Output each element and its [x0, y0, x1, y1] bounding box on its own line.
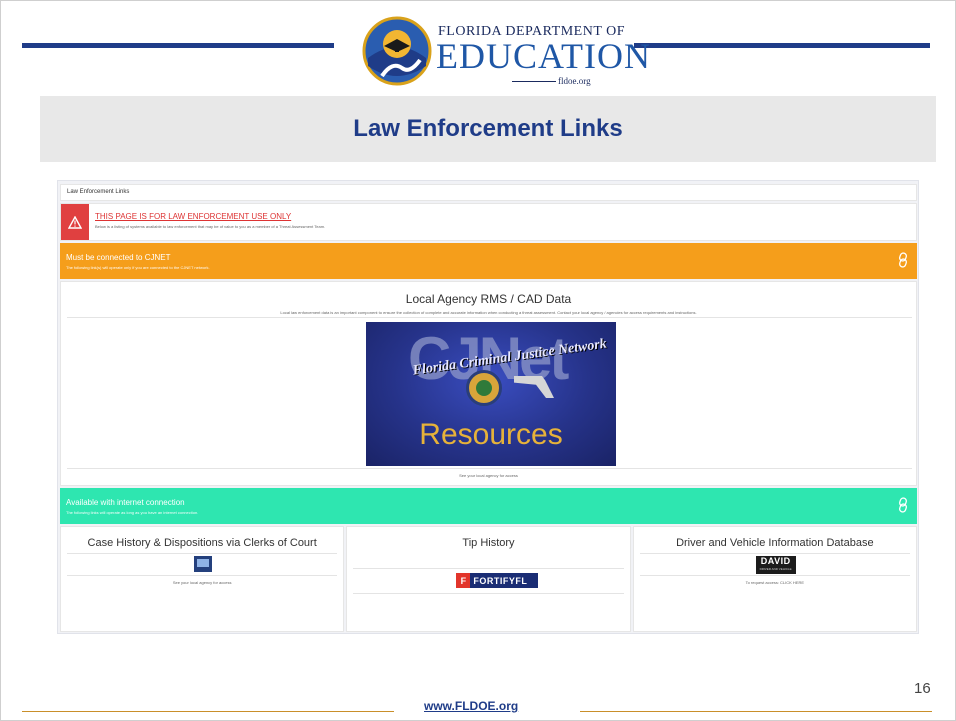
- internet-section-subtitle: The following links will operate as long…: [66, 510, 199, 515]
- link-icon[interactable]: [897, 252, 909, 268]
- alert-subtitle: Below is a listing of systems available …: [95, 224, 326, 229]
- cjnet-section-header: Must be connected to CJNET The following…: [60, 243, 917, 279]
- divider: [67, 553, 338, 554]
- breadcrumb[interactable]: Law Enforcement Links: [60, 184, 917, 201]
- fortifyfl-logo-text: FORTIFYFL: [473, 575, 528, 586]
- law-enforcement-alert: THIS PAGE IS FOR LAW ENFORCEMENT USE ONL…: [60, 203, 917, 241]
- rms-card-description: Local law enforcement data is an importa…: [280, 310, 697, 315]
- david-card: Driver and Vehicle Information Database …: [632, 526, 917, 632]
- rms-access-note: See your local agency for access: [459, 473, 518, 478]
- divider: [67, 317, 912, 318]
- divider: [67, 575, 338, 576]
- link-icon[interactable]: [897, 497, 909, 513]
- page-title: Law Enforcement Links: [353, 115, 623, 142]
- divider: [639, 553, 910, 554]
- page-number: 16: [914, 680, 931, 697]
- divider: [353, 593, 624, 594]
- divider: [67, 468, 912, 469]
- footer-rule-right: [580, 711, 932, 712]
- fldoe-seal-icon: [362, 16, 432, 86]
- logo-url: fldoe.org: [558, 76, 591, 86]
- internet-section-title: Available with internet connection: [66, 498, 185, 507]
- fortifyfl-logo-button[interactable]: F FORTIFYFL: [456, 573, 539, 588]
- warning-icon: [68, 215, 82, 229]
- rms-cad-card: Local Agency RMS / CAD Data Local law en…: [60, 281, 917, 486]
- clerks-access-note: See your local agency for access: [172, 580, 232, 585]
- footer-rule-left: [22, 711, 394, 712]
- header-rule-right: [634, 43, 930, 48]
- david-access-link[interactable]: To request access: CLICK HERE: [634, 580, 916, 585]
- internet-section-header: Available with internet connection The f…: [60, 488, 917, 524]
- alert-title-link[interactable]: THIS PAGE IS FOR LAW ENFORCEMENT USE ONL…: [95, 212, 291, 221]
- david-logo-text: DAVID: [760, 556, 791, 566]
- tip-history-title: Tip History: [462, 537, 515, 549]
- clerks-of-court-card: Case History & Dispositions via Clerks o…: [60, 526, 345, 632]
- footer-url-link[interactable]: www.FLDOE.org: [424, 699, 518, 713]
- clerks-card-title: Case History & Dispositions via Clerks o…: [87, 537, 317, 549]
- cjnet-section-subtitle: The following link(s) will operate only …: [66, 265, 210, 270]
- clerks-logo-icon[interactable]: [194, 556, 212, 572]
- internet-links-row: Case History & Dispositions via Clerks o…: [60, 526, 917, 632]
- florida-seal-icon: [466, 370, 502, 406]
- header-rule-left: [22, 43, 334, 48]
- david-card-title: Driver and Vehicle Information Database: [676, 537, 874, 549]
- title-band: Law Enforcement Links: [40, 96, 936, 162]
- fldoe-logo: FLORIDA DEPARTMENT OF EDUCATION fldoe.or…: [352, 10, 650, 90]
- rms-card-title: Local Agency RMS / CAD Data: [405, 292, 572, 306]
- cjnet-resources-banner[interactable]: CJNet Florida Criminal Justice Network R…: [366, 322, 616, 466]
- tip-history-card: Tip History F FORTIFYFL: [346, 526, 631, 632]
- david-logo-button[interactable]: DAVID DRIVER AND VEHICLE: [755, 556, 796, 574]
- alert-icon-box: [61, 204, 89, 240]
- david-logo-subtext: DRIVER AND VEHICLE: [759, 567, 792, 571]
- cjnet-banner-resources: Resources: [419, 418, 563, 451]
- embedded-screenshot: Law Enforcement Links THIS PAGE IS FOR L…: [57, 180, 919, 634]
- logo-url-rule: [512, 81, 556, 82]
- fortifyfl-badge-icon: F: [456, 573, 471, 588]
- logo-line2: EDUCATION: [436, 36, 651, 76]
- divider: [353, 568, 624, 569]
- cjnet-section-title: Must be connected to CJNET: [66, 253, 171, 262]
- divider: [639, 575, 910, 576]
